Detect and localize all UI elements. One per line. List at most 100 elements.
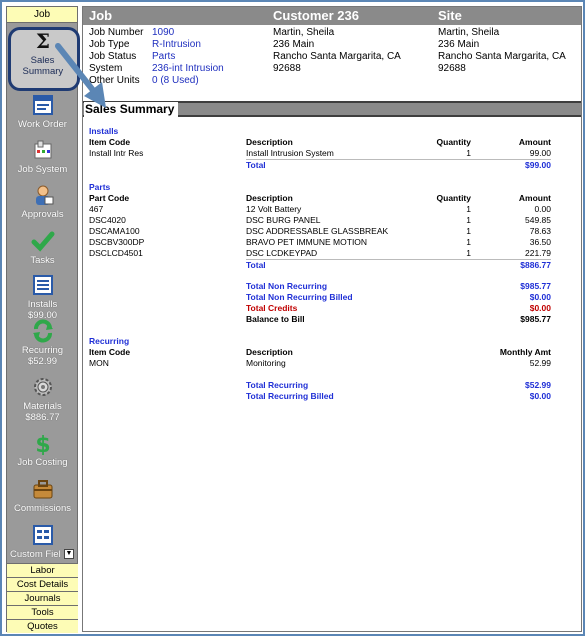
- col-item-code: Item Code: [89, 347, 131, 357]
- parts-total-label: Total: [246, 260, 266, 270]
- installs-icon: [32, 275, 53, 295]
- svg-text:$: $: [35, 433, 50, 455]
- total-recurring-label: Total Recurring: [246, 380, 309, 390]
- svg-text:Σ: Σ: [35, 29, 49, 53]
- sidebar-item-label: Work Order: [18, 119, 67, 130]
- install-desc: Install Intrusion System: [246, 148, 334, 158]
- installs-total-label: Total: [246, 160, 266, 170]
- part-amt: 36.50: [529, 237, 551, 247]
- sidebar-item-materials[interactable]: Materials $886.77: [7, 375, 78, 423]
- sidebar-item-label: Job System: [17, 164, 68, 175]
- part-desc: DSC LCDKEYPAD: [246, 248, 318, 258]
- install-qty: 1: [466, 148, 471, 158]
- col-quantity: Quantity: [436, 137, 471, 147]
- part-qty: 1: [466, 226, 471, 236]
- total-non-recurring-label: Total Non Recurring: [246, 281, 328, 291]
- sidebar-item-tasks[interactable]: Tasks: [7, 229, 78, 266]
- job-heading: Job: [89, 8, 113, 23]
- site-info: Martin, Sheila 236 Main Rancho Santa Mar…: [438, 27, 566, 75]
- total-non-recurring-value: $985.77: [520, 281, 551, 291]
- part-desc: 12 Volt Battery: [246, 204, 302, 214]
- sidebar-header-job[interactable]: Job: [7, 7, 77, 23]
- custom-fields-icon: [32, 525, 53, 545]
- quotes-button[interactable]: Quotes: [7, 619, 78, 633]
- parts-label: Parts: [89, 182, 111, 192]
- cost-details-button[interactable]: Cost Details: [7, 577, 78, 591]
- col-description: Description: [246, 347, 293, 357]
- sidebar-item-amount: $886.77: [25, 412, 60, 423]
- install-amt: 99.00: [529, 148, 551, 158]
- sidebar-item-label: Tasks: [30, 255, 55, 266]
- col-amount: Amount: [518, 193, 551, 203]
- recurring-desc: Monitoring: [246, 358, 286, 368]
- customer-address: 236 Main: [273, 39, 315, 50]
- col-quantity: Quantity: [436, 193, 471, 203]
- sigma-icon: Σ: [35, 29, 49, 53]
- total-non-recurring-billed-label: Total Non Recurring Billed: [246, 292, 353, 302]
- sidebar-item-installs[interactable]: Installs $99.00: [7, 273, 78, 321]
- dollar-icon: $: [35, 433, 50, 455]
- sidebar-item-approvals[interactable]: Approvals: [7, 183, 78, 220]
- parts-total-value: $886.77: [520, 260, 551, 270]
- sidebar-item-job-costing[interactable]: $ Job Costing: [7, 431, 78, 468]
- part-amt: 221.79: [525, 248, 551, 258]
- total-recurring-billed-value: $0.00: [529, 391, 551, 401]
- job-status-link[interactable]: Parts: [152, 51, 175, 62]
- job-type-link[interactable]: R-Intrusion: [152, 39, 201, 50]
- sidebar-item-commissions[interactable]: Commissions: [7, 477, 78, 514]
- sidebar-item-label: Materials: [23, 401, 62, 412]
- total-credits-label: Total Credits: [246, 303, 298, 313]
- installs-total-value: $99.00: [525, 160, 551, 170]
- customer-name: Martin, Sheila: [273, 27, 335, 38]
- recurring-amt: 52.99: [529, 358, 551, 368]
- part-code: DSCBV300DP: [89, 237, 145, 247]
- chevron-down-icon[interactable]: ▼: [64, 549, 74, 559]
- gear-icon: [33, 378, 52, 396]
- part-qty: 1: [466, 237, 471, 247]
- callout-arrow-icon: [55, 43, 106, 108]
- total-credits-value: $0.00: [529, 303, 551, 313]
- recurring-icon: [32, 319, 53, 343]
- sidebar-item-label: Approvals: [21, 209, 64, 220]
- part-qty: 1: [466, 204, 471, 214]
- sidebar-item-label: Installs: [27, 299, 58, 310]
- app-window: Job Σ Sales Summary Work Order Job Syste…: [0, 0, 585, 636]
- main-panel: Job Customer 236 Site Job Number 1090 Job…: [82, 6, 582, 632]
- part-desc: BRAVO PET IMMUNE MOTION: [246, 237, 368, 247]
- commissions-icon: [33, 480, 52, 499]
- part-desc: DSC ADDRESSABLE GLASSBREAK: [246, 226, 389, 236]
- part-amt: 78.63: [529, 226, 551, 236]
- sidebar-item-label: Job Costing: [17, 457, 68, 468]
- labor-button[interactable]: Labor: [7, 563, 78, 577]
- recurring-label: Recurring: [89, 336, 130, 346]
- sidebar-item-label: Commissions: [13, 503, 71, 514]
- job-number-link[interactable]: 1090: [152, 27, 174, 38]
- job-number-row: Job Number 1090: [89, 27, 224, 39]
- journals-button[interactable]: Journals: [7, 591, 78, 605]
- field-label: Job Number: [89, 27, 144, 38]
- col-part-code: Part Code: [89, 193, 130, 203]
- tools-button[interactable]: Tools: [7, 605, 78, 619]
- part-qty: 1: [466, 215, 471, 225]
- checkmark-icon: [31, 231, 54, 252]
- col-monthly-amt: Monthly Amt: [499, 347, 551, 357]
- other-units-link[interactable]: 0 (8 Used): [152, 75, 199, 86]
- part-code: DSCAMA100: [89, 226, 140, 236]
- sidebar-item-recurring[interactable]: Recurring $52.99: [7, 319, 78, 367]
- sidebar-item-job-system[interactable]: Job System: [7, 138, 78, 175]
- part-amt: 549.85: [525, 215, 551, 225]
- recurring-code: MON: [89, 358, 109, 368]
- sidebar-bottom-buttons: Labor Cost Details Journals Tools Quotes: [7, 563, 78, 633]
- customer-city: Rancho Santa Margarita, CA: [273, 51, 401, 62]
- info-header-bar: Job Customer 236 Site: [83, 7, 581, 25]
- col-description: Description: [246, 193, 293, 203]
- part-code: DSC4020: [89, 215, 126, 225]
- work-order-icon: [32, 95, 53, 115]
- part-code: DSCLCD4501: [89, 248, 143, 258]
- site-name: Martin, Sheila: [438, 27, 500, 38]
- sidebar-item-amount: $52.99: [27, 356, 58, 367]
- site-city: Rancho Santa Margarita, CA: [438, 51, 566, 62]
- part-qty: 1: [466, 248, 471, 258]
- col-amount: Amount: [518, 137, 551, 147]
- system-link[interactable]: 236-int Intrusion: [152, 63, 224, 74]
